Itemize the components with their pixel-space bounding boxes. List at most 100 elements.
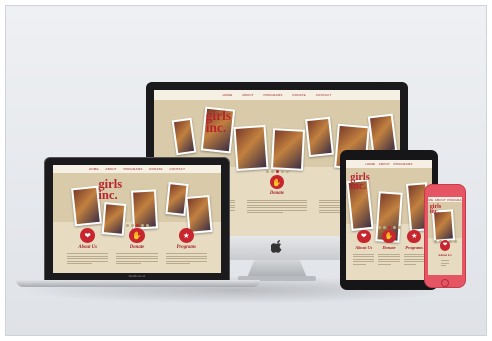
carousel-dot[interactable]	[270, 170, 274, 174]
site-feature: ✋ Donate	[116, 227, 158, 265]
feature-glyph: ❤	[84, 230, 91, 240]
feature-text	[67, 252, 109, 265]
site-logo: girls inc.	[205, 109, 232, 135]
site-nav-item[interactable]: CONTACT	[316, 93, 332, 97]
feature-glyph: ❤	[442, 242, 448, 249]
site-logo-line: inc.	[205, 119, 227, 135]
carousel-dot[interactable]	[377, 226, 381, 229]
site-nav-item[interactable]: DONATE	[149, 167, 162, 171]
site-nav-item[interactable]: HOME	[89, 167, 99, 171]
heart-hand-icon[interactable]: ❤	[80, 227, 96, 243]
site-feature: ❤ About Us	[438, 239, 452, 267]
feature-glyph: ✋	[272, 177, 282, 187]
feature-title: Donate	[382, 245, 396, 251]
feature-glyph: ✋	[384, 233, 394, 241]
feature-text	[246, 198, 308, 214]
apple-logo-icon	[270, 240, 284, 254]
site-nav-item[interactable]: ABOUT	[379, 162, 390, 166]
feature-glyph: ★	[182, 230, 190, 240]
site-nav-item[interactable]: ABOUT	[105, 167, 116, 171]
star-icon[interactable]: ★	[178, 227, 194, 243]
feature-text	[116, 252, 158, 265]
site-logo-line: inc.	[429, 208, 440, 215]
macbook-lid: HOME ABOUT PROGRAMS DONATE CONTACT girls inc. ❤…	[44, 157, 230, 281]
heart-hand-icon[interactable]: ❤	[356, 229, 371, 244]
site-nav: HOME ABOUT PROGRAMS DONATE CONTACT	[53, 165, 221, 173]
carousel-dots[interactable]	[346, 226, 432, 229]
feature-glyph: ✋	[132, 230, 142, 240]
macbook-screen: HOME ABOUT PROGRAMS DONATE CONTACT girls inc. ❤…	[53, 165, 221, 273]
feature-text	[165, 252, 207, 265]
collage-photo	[71, 185, 102, 226]
site-nav-item[interactable]: ABOUT	[242, 93, 253, 97]
feature-text	[353, 252, 375, 265]
feature-title: Donate	[269, 191, 285, 197]
site-hero-collage: girls inc.	[346, 168, 432, 244]
feature-text	[403, 252, 425, 265]
hand-icon[interactable]: ✋	[382, 229, 396, 244]
site-features: ❤ About Us	[428, 239, 462, 267]
carousel-dot[interactable]	[397, 226, 401, 229]
heart-hand-icon[interactable]: ❤	[439, 239, 451, 251]
carousel-dot[interactable]	[280, 170, 284, 174]
collage-photo	[130, 189, 159, 230]
collage-photo	[171, 117, 196, 156]
site-hero-collage: girls inc.	[53, 172, 221, 237]
carousel-dot[interactable]	[285, 170, 289, 174]
site-feature: ❤ About Us	[353, 229, 375, 265]
hand-icon[interactable]: ✋	[129, 227, 145, 243]
hand-icon[interactable]: ✋	[269, 174, 285, 190]
feature-title: About Us	[355, 245, 373, 251]
star-icon[interactable]: ★	[407, 229, 422, 244]
feature-title: Programs	[176, 244, 197, 250]
site-nav: HOME ABOUT PROGRAMS DONATE CONTACT	[154, 90, 400, 101]
feature-title: Programs	[405, 245, 424, 251]
collage-photo	[304, 116, 334, 157]
site-nav-item[interactable]: PROGRAMS	[263, 93, 282, 97]
site-nav-item[interactable]: HOME	[428, 198, 433, 202]
feature-glyph: ❤	[360, 233, 367, 241]
site-nav-item[interactable]: PROGRAMS	[123, 167, 142, 171]
site-nav-item[interactable]: PROGRAMS	[393, 162, 412, 166]
site-features: ❤ About Us ✋ Donate ★ Programs	[346, 229, 432, 265]
site-feature: ✋ Donate	[378, 229, 400, 265]
site-feature: ★ Programs	[403, 229, 425, 265]
site-feature: ✋ Donate	[246, 174, 308, 214]
site-logo: girls inc.	[429, 204, 442, 215]
macbook-label: MacBook Air	[128, 274, 146, 278]
feature-text	[378, 252, 400, 265]
site-nav-item[interactable]: PROGRAMS	[447, 198, 462, 202]
ipad-screen: HOME ABOUT PROGRAMS girls inc. ❤ About Us ✋ Dona…	[346, 160, 432, 280]
site-nav-item[interactable]: CONTACT	[169, 167, 185, 171]
site-nav-item[interactable]: HOME	[223, 93, 233, 97]
collage-photo	[368, 113, 398, 155]
feature-title: About Us	[438, 252, 452, 257]
site-nav: HOME ABOUTPROGRAMS	[346, 160, 432, 169]
site-features: ❤ About Us ✋ Donate ★ Programs	[53, 227, 221, 265]
site-nav-item[interactable]: DONATE	[292, 93, 305, 97]
carousel-dot[interactable]	[387, 226, 391, 229]
site-nav-item[interactable]: HOME	[365, 162, 375, 166]
site-nav-item[interactable]: ABOUT	[435, 198, 446, 202]
feature-title: Donate	[129, 244, 145, 250]
site-logo: girls inc.	[98, 178, 122, 202]
carousel-dot[interactable]	[265, 170, 269, 174]
site-logo-line: inc.	[350, 181, 367, 193]
collage-photo	[271, 128, 306, 172]
home-button-icon	[441, 279, 449, 287]
site-logo-line: inc.	[98, 187, 118, 202]
feature-text	[440, 259, 450, 267]
carousel-dot[interactable]	[382, 226, 386, 229]
collage-photo	[233, 125, 269, 172]
site-feature: ★ Programs	[165, 227, 207, 265]
iphone-screen: HOMEABOUTPROGRAMS girlsinc. ❤ About Us	[428, 197, 462, 275]
iphone-screen-frame: HOMEABOUTPROGRAMS girlsinc. ❤ About Us	[428, 197, 462, 275]
carousel-dot[interactable]	[275, 170, 279, 174]
iphone-body: HOMEABOUTPROGRAMS girlsinc. ❤ About Us	[424, 184, 466, 288]
macbook-base	[16, 280, 260, 287]
feature-title: About Us	[78, 244, 98, 250]
site-logo: girls inc.	[350, 173, 369, 193]
carousel-dot[interactable]	[392, 226, 396, 229]
site-hero-collage: girls inc.	[428, 202, 462, 243]
feature-glyph: ★	[411, 233, 418, 241]
